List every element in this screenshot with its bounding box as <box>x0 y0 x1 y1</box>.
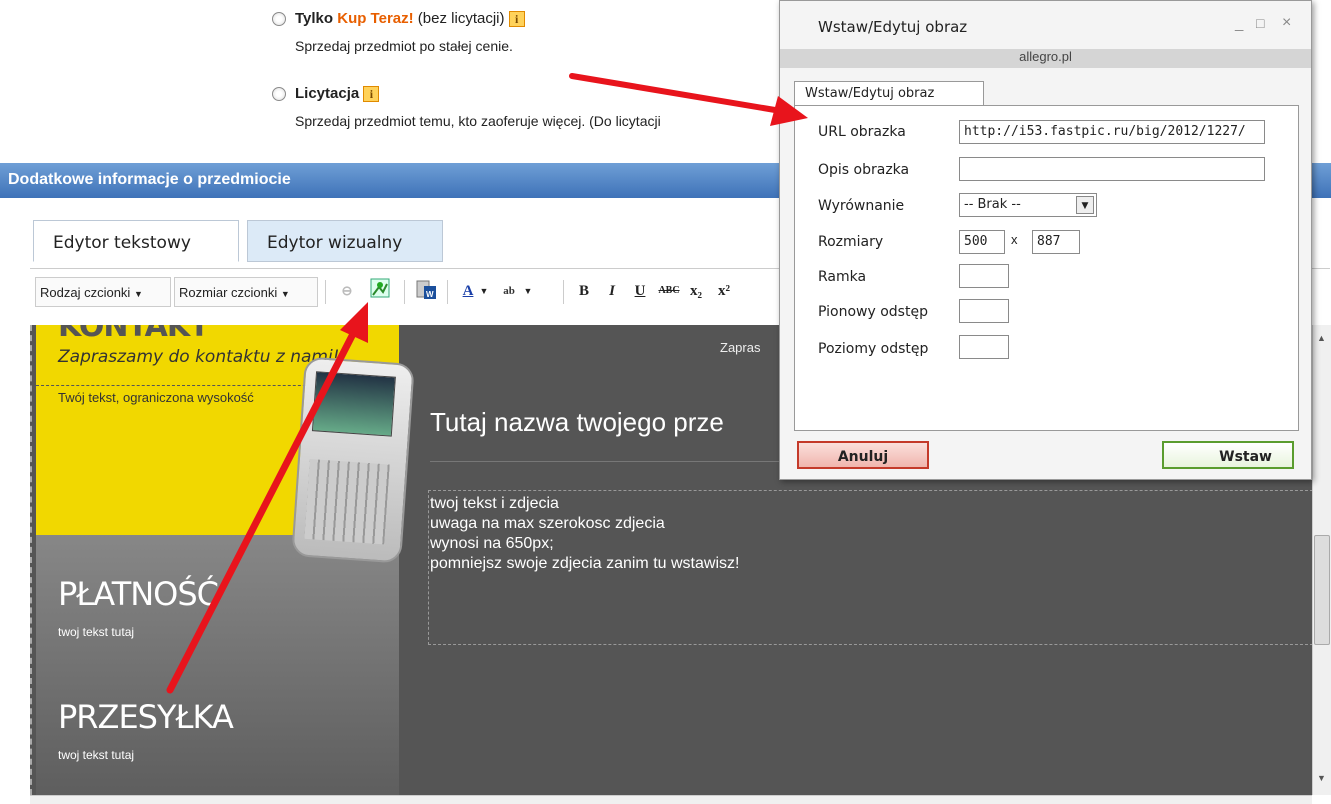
left-column: PŁATNOŚĆ twoj tekst tutaj PRZESYŁKA twoj… <box>36 535 399 795</box>
maximize-icon[interactable]: □ <box>1256 15 1264 31</box>
cancel-button[interactable]: Anuluj <box>797 441 929 469</box>
url-input[interactable]: http://i53.fastpic.ru/big/2012/1227/ <box>959 120 1265 144</box>
svg-text:W: W <box>426 290 434 299</box>
alignment-label: Wyrównanie <box>818 198 905 214</box>
contact-heading: KONTAKT <box>58 325 210 344</box>
subscript-button[interactable]: x₂ <box>684 278 708 304</box>
insert-image-button[interactable] <box>368 278 392 304</box>
toolbar-separator <box>563 280 564 304</box>
tab-visual-editor-label: Edytor wizualny <box>267 233 403 253</box>
image-dialog: Wstaw/Edytuj obraz _ □ × allegro.pl Wsta… <box>779 0 1312 480</box>
description-input[interactable] <box>959 157 1265 181</box>
tab-text-editor-label: Edytor tekstowy <box>53 233 191 253</box>
font-size-select[interactable]: Rozmiar czcionki ▼ <box>174 277 318 307</box>
vspace-input[interactable] <box>959 299 1009 323</box>
alignment-select[interactable]: -- Brak -- ▼ <box>959 193 1097 217</box>
close-icon[interactable]: × <box>1282 14 1291 32</box>
insert-button[interactable]: Wstaw <box>1162 441 1294 469</box>
vspace-label: Pionowy odstęp <box>818 304 928 320</box>
dialog-panel <box>794 105 1299 431</box>
highlight-color-icon[interactable]: ab <box>497 278 521 304</box>
body-line: uwaga na max szerokosc zdjecia <box>430 515 665 532</box>
description-label: Opis obrazka <box>818 162 910 178</box>
chevron-down-icon: ▼ <box>280 289 290 299</box>
radio-buy-now[interactable] <box>272 12 286 29</box>
image-icon <box>370 278 390 298</box>
toolbar-separator <box>325 280 326 304</box>
size-separator: x <box>1011 232 1018 247</box>
chevron-down-icon[interactable]: ▼ <box>478 278 490 304</box>
strikethrough-button[interactable]: ABC <box>657 278 681 304</box>
chevron-down-icon: ▼ <box>133 289 143 299</box>
font-family-select[interactable]: Rodzaj czcionki ▼ <box>35 277 171 307</box>
tab-visual-editor[interactable]: Edytor wizualny <box>247 220 443 262</box>
phone-image <box>291 356 415 564</box>
font-family-select-value: Rodzaj czcionki <box>40 285 131 300</box>
toolbar-separator <box>447 280 448 304</box>
border-input[interactable] <box>959 264 1009 288</box>
toolbar-separator <box>404 280 405 304</box>
vertical-scrollbar[interactable]: ▲ ▼ <box>1312 325 1331 795</box>
body-line: pomniejsz swoje zdjecia zanim tu wstawis… <box>430 555 740 572</box>
dialog-title: Wstaw/Edytuj obraz <box>818 18 968 36</box>
product-title: Tutaj nazwa twojego prze <box>430 407 724 437</box>
auction-label-text: Licytacja <box>295 85 360 102</box>
height-input[interactable]: 887 <box>1032 230 1080 254</box>
paste-word-icon: W <box>416 280 436 299</box>
contact-text: Twój tekst, ograniczona wysokość <box>58 390 254 405</box>
link-icon[interactable]: ⊖ <box>335 278 359 304</box>
body-line: twoj tekst i zdjecia <box>430 495 559 512</box>
alignment-select-value: -- Brak -- <box>964 197 1021 212</box>
chevron-down-icon[interactable]: ▼ <box>1076 196 1094 214</box>
buy-now-label-pre: Tylko <box>295 10 338 27</box>
paste-word-button[interactable]: W <box>414 278 438 304</box>
hspace-input[interactable] <box>959 335 1009 359</box>
url-label: URL obrazka <box>818 124 906 140</box>
size-label: Rozmiary <box>818 234 884 250</box>
dialog-tab[interactable]: Wstaw/Edytuj obraz <box>794 81 984 107</box>
shipping-heading: PRZESYŁKA <box>58 698 234 736</box>
text-color-button[interactable]: A <box>456 278 480 304</box>
underline-button[interactable]: U <box>628 278 652 304</box>
info-icon[interactable]: i <box>508 11 525 27</box>
divider <box>36 385 326 386</box>
contact-subheading: Zapraszamy do kontaktu z nami! <box>58 347 340 367</box>
width-input[interactable]: 500 <box>959 230 1005 254</box>
buy-now-highlight: Kup Teraz! <box>337 10 414 27</box>
shipping-text: twoj tekst tutaj <box>58 748 135 762</box>
divider <box>430 461 780 462</box>
body-text: twoj tekst i zdjecia uwaga na max szerok… <box>429 491 1312 577</box>
horizontal-scrollbar[interactable] <box>30 795 1312 804</box>
hspace-label: Poziomy odstęp <box>818 341 929 357</box>
radio-auction[interactable] <box>272 87 286 104</box>
payment-text: twoj tekst tutaj <box>58 625 135 639</box>
scroll-down-icon[interactable]: ▼ <box>1317 773 1326 783</box>
body-line: wynosi na 650px; <box>430 535 554 552</box>
buy-now-label: Tylko Kup Teraz! (bez licytacji) i <box>295 10 525 27</box>
italic-button[interactable]: I <box>600 278 624 304</box>
top-right-text: Zapras <box>720 340 761 355</box>
auction-desc: Sprzedaj przedmiot temu, kto zaoferuje w… <box>295 113 661 129</box>
arrow-line <box>569 73 778 113</box>
minimize-icon[interactable]: _ <box>1235 15 1243 32</box>
superscript-button[interactable]: x² <box>712 278 736 304</box>
payment-heading: PŁATNOŚĆ <box>58 575 219 613</box>
buy-now-desc: Sprzedaj przedmiot po stałej cenie. <box>295 38 513 54</box>
info-icon[interactable]: i <box>363 86 380 102</box>
font-size-select-value: Rozmiar czcionki <box>179 285 278 300</box>
buy-now-label-post: (bez licytacji) <box>413 10 505 27</box>
scroll-thumb[interactable] <box>1314 535 1330 645</box>
body-text-box[interactable]: twoj tekst i zdjecia uwaga na max szerok… <box>428 490 1312 645</box>
chevron-down-icon[interactable]: ▼ <box>522 278 534 304</box>
scroll-up-icon[interactable]: ▲ <box>1317 333 1326 343</box>
border-label: Ramka <box>818 269 867 285</box>
auction-label: Licytacja i <box>295 85 380 102</box>
dialog-domain: allegro.pl <box>780 49 1311 68</box>
bold-button[interactable]: B <box>572 278 596 304</box>
tab-text-editor[interactable]: Edytor tekstowy <box>33 220 239 262</box>
